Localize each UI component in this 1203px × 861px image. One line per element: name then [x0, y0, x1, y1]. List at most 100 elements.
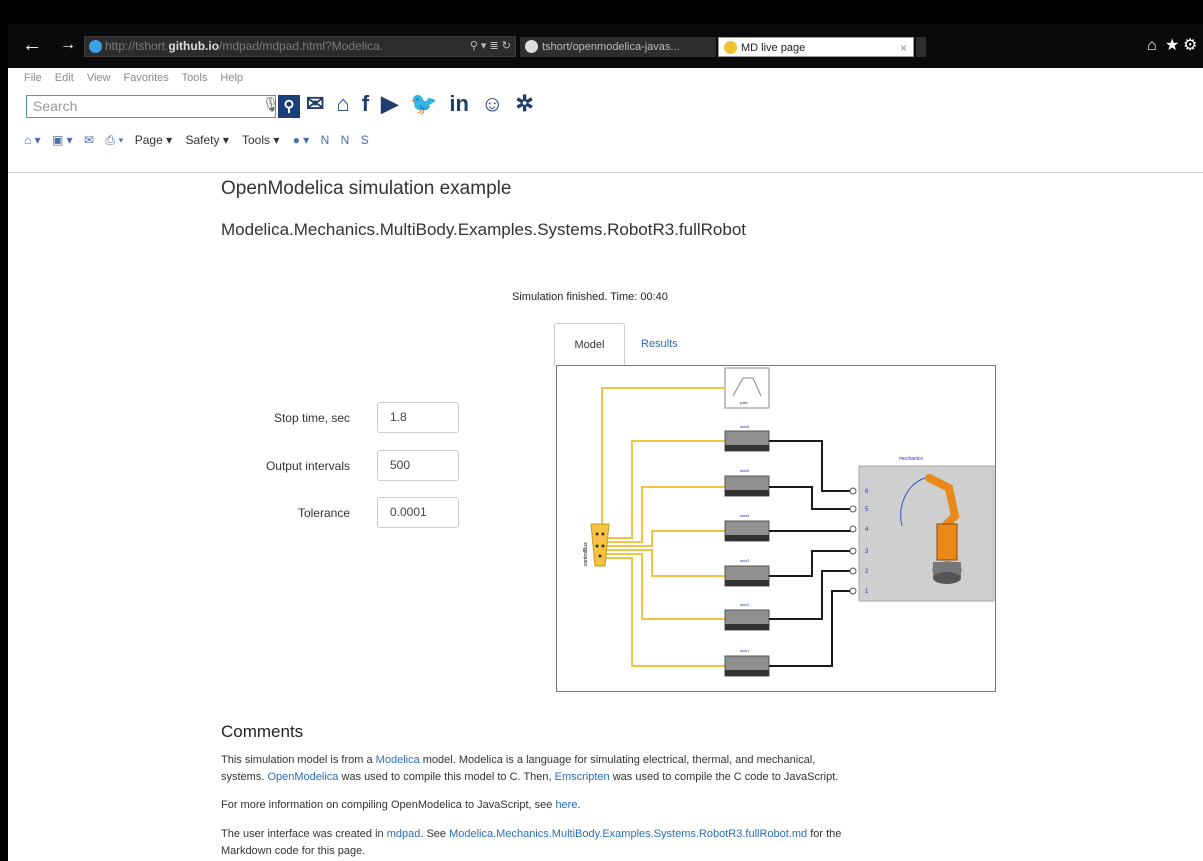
modelica-link[interactable]: Modelica	[376, 754, 420, 766]
print-icon[interactable]: ⎙ ▾	[105, 133, 123, 148]
axis-block: axis4	[724, 513, 770, 542]
yelp-icon[interactable]: ✲	[515, 91, 533, 116]
axis-block: axis5	[724, 468, 770, 497]
tab-label: MD live page	[741, 42, 806, 54]
axis-block: axis2	[724, 602, 770, 631]
favorites-star-icon[interactable]: ★	[1165, 36, 1179, 56]
home-page-icon[interactable]: ⌂ ▾	[24, 133, 41, 147]
tab-model[interactable]: Model	[554, 323, 625, 366]
settings-gear-icon[interactable]: ⚙	[1183, 36, 1197, 56]
menu-tools[interactable]: Tools	[182, 72, 208, 84]
github-icon	[525, 40, 538, 53]
text: for the	[807, 828, 842, 840]
window-border	[0, 0, 8, 861]
home-icon[interactable]: ⌂	[336, 91, 349, 116]
mdpad-link[interactable]: mdpad	[387, 828, 421, 840]
axis-label: axis3	[740, 558, 750, 563]
stop-time-input[interactable]: 1.8	[377, 402, 459, 433]
address-bar[interactable]: http://tshort.github.io/mdpad/mdpad.html…	[84, 36, 516, 57]
source-md-link[interactable]: Modelica.Mechanics.MultiBody.Examples.Sy…	[449, 828, 807, 840]
home-icon[interactable]: ⌂	[1147, 36, 1157, 56]
axis-label: axis5	[740, 468, 750, 473]
text: The user interface was created in	[221, 828, 387, 840]
menu-bar: File Edit View Favorites Tools Help	[24, 72, 253, 84]
axis-blocks: axis6 axis5 axis4 axis3 axis2 axis1	[724, 424, 770, 677]
browser-tab-active[interactable]: MD live page ×	[718, 37, 914, 57]
social-toolbar: ✉ ⌂ f ▶ 🐦 in ☺ ✲	[306, 91, 546, 117]
axis-label: axis6	[740, 424, 750, 429]
text: systems.	[221, 771, 268, 783]
axis-block: axis3	[724, 558, 770, 587]
text: This simulation model is from a	[221, 754, 376, 766]
twitter-icon[interactable]: 🐦	[410, 91, 437, 116]
read-mail-icon[interactable]: ✉	[84, 133, 94, 147]
path-label: path	[740, 400, 748, 405]
linkedin-icon[interactable]: in	[449, 91, 469, 116]
emscripten-link[interactable]: Emscripten	[555, 771, 610, 783]
model-diagram: path controlBus axis6 axis5 axis4 axis3 …	[556, 365, 996, 692]
axis-label: axis4	[740, 513, 750, 518]
comment-paragraph-4: Markdown code for this page.	[221, 845, 366, 857]
path-block: path	[724, 367, 770, 409]
comment-paragraph-1: This simulation model is from a Modelica…	[221, 752, 815, 769]
tab-results[interactable]: Results	[641, 323, 678, 365]
tolerance-input[interactable]: 0.0001	[377, 497, 459, 528]
menu-file[interactable]: File	[24, 72, 42, 84]
facebook-icon[interactable]: f	[362, 91, 369, 116]
axis-block: axis6	[724, 424, 770, 452]
skype-icon[interactable]: S	[361, 133, 369, 147]
menu-view[interactable]: View	[87, 72, 111, 84]
safety-menu[interactable]: Safety ▾	[185, 133, 228, 147]
axis-block: axis1	[724, 648, 770, 677]
feeds-icon[interactable]: ▣ ▾	[52, 133, 73, 147]
address-path: /mdpad/mdpad.html?Modelica.	[219, 39, 384, 53]
diagram-svg: path controlBus axis6 axis5 axis4 axis3 …	[583, 367, 995, 677]
text: . See	[420, 828, 450, 840]
reddit-icon[interactable]: ☺	[481, 91, 503, 116]
control-bus-label: controlBus	[583, 542, 589, 566]
back-icon[interactable]: ←	[22, 35, 42, 55]
output-intervals-input[interactable]: 500	[377, 450, 459, 481]
forward-icon[interactable]: →	[60, 35, 76, 55]
text: was used to compile this model to C. The…	[338, 771, 555, 783]
control-bus-connector: controlBus	[583, 523, 610, 567]
model-name: Modelica.Mechanics.MultiBody.Examples.Sy…	[221, 220, 747, 239]
tools-menu[interactable]: Tools ▾	[242, 133, 279, 147]
browser-tab-github[interactable]: tshort/openmodelica-javas...	[520, 37, 716, 57]
text: was used to compile the C code to JavaSc…	[609, 771, 839, 783]
comment-paragraph-2: For more information on compiling OpenMo…	[221, 797, 581, 814]
address-domain: github.io	[168, 39, 220, 53]
help-icon[interactable]: ● ▾	[293, 133, 310, 147]
here-link[interactable]: here	[555, 799, 577, 811]
youtube-icon[interactable]: ▶	[381, 91, 398, 116]
comment-paragraph-3: The user interface was created in mdpad.…	[221, 826, 841, 843]
stop-time-label: Stop time, sec	[273, 411, 350, 425]
toolbar-search-input[interactable]: Search	[26, 95, 276, 118]
text: .	[577, 799, 581, 811]
window-title-bar	[0, 0, 1203, 24]
onenote-icon[interactable]: N	[321, 133, 330, 147]
menu-edit[interactable]: Edit	[55, 72, 74, 84]
ie-icon	[724, 41, 737, 54]
mail-icon[interactable]: ✉	[306, 91, 324, 116]
axis-label: axis1	[740, 648, 750, 653]
text: For more information on compiling OpenMo…	[221, 799, 556, 811]
signal-wires	[769, 440, 852, 667]
openmodelica-link[interactable]: OpenModelica	[267, 771, 338, 783]
mechanics-block: mechanics 6 5 4 3 2 1	[849, 456, 995, 602]
new-tab-button[interactable]	[916, 37, 926, 57]
site-icon	[89, 40, 102, 53]
page-title: OpenModelica simulation example	[221, 178, 512, 199]
address-controls[interactable]: ⚲ ▾ ≣ ↻	[470, 37, 511, 56]
mechanics-label: mechanics	[899, 456, 923, 462]
comment-paragraph-1b: systems. OpenModelica was used to compil…	[221, 769, 838, 786]
text: model. Modelica is a language for simula…	[419, 754, 816, 766]
onenote-send-icon[interactable]: N	[341, 133, 350, 147]
close-tab-icon[interactable]: ×	[900, 38, 907, 56]
menu-help[interactable]: Help	[220, 72, 243, 84]
menu-favorites[interactable]: Favorites	[124, 72, 169, 84]
search-icon[interactable]: ⚲	[278, 95, 300, 118]
page-menu[interactable]: Page ▾	[135, 133, 172, 147]
command-bar: ⌂ ▾ ▣ ▾ ✉ ⎙ ▾ Page ▾ Safety ▾ Tools ▾ ● …	[24, 133, 377, 148]
output-intervals-label: Output intervals	[265, 459, 350, 473]
